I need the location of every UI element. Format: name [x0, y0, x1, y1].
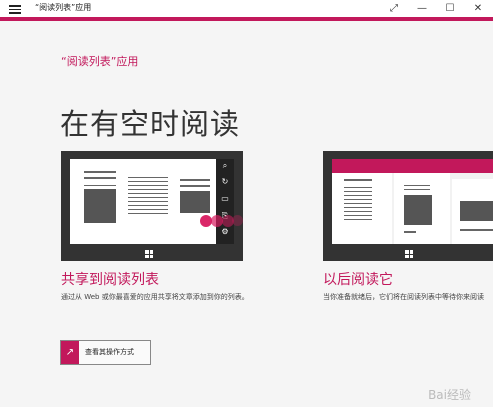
card-desc-read-later: 当你准备就绪后，它们将在阅读列表中等待你来阅读 [323, 293, 484, 301]
tablet-screen [70, 159, 216, 244]
tablet-screen [332, 159, 493, 244]
main-content: “阅读列表”应用 在有空时阅读 ⌕ ↻ ▭ ⎘ ⚙ [0, 21, 493, 407]
search-charm-icon[interactable]: ⌕ [219, 161, 231, 171]
close-button[interactable]: ✕ [464, 0, 492, 17]
card-title-share: 共享到阅读列表 [61, 272, 159, 288]
touch-dot-icon [232, 215, 243, 226]
tablet-illustration-share: ⌕ ↻ ▭ ⎘ ⚙ [61, 151, 243, 261]
share-charm-icon[interactable]: ↻ [219, 177, 231, 186]
app-heading: “阅读列表”应用 [61, 55, 139, 68]
start-charm-icon[interactable]: ▭ [219, 194, 231, 203]
charms-bar: ⌕ ↻ ▭ ⎘ ⚙ [216, 159, 234, 244]
maximize-button[interactable]: ☐ [436, 0, 464, 17]
see-how-label: 查看其操作方式 [85, 348, 134, 356]
settings-charm-icon[interactable]: ⚙ [219, 227, 231, 236]
see-how-button[interactable]: ↗ 查看其操作方式 [60, 340, 151, 365]
minimize-button[interactable]: — [408, 0, 436, 17]
watermark: Bai经验 [428, 388, 471, 402]
tablet-illustration-read-later [323, 151, 493, 261]
fullscreen-button[interactable]: ⤢ [380, 0, 408, 17]
windows-logo-icon [405, 250, 413, 258]
hamburger-menu-icon[interactable] [9, 3, 21, 14]
card-title-read-later: 以后阅读它 [323, 272, 393, 288]
card-desc-share: 通过从 Web 或你最喜爱的应用共享将文章添加到你的列表。 [61, 293, 249, 301]
arrow-up-right-icon: ↗ [61, 341, 79, 364]
title-bar: “阅读列表”应用 ⤢ — ☐ ✕ [0, 0, 493, 17]
page-title: 在有空时阅读 [60, 107, 241, 141]
windows-logo-icon [145, 250, 153, 258]
window-title: “阅读列表”应用 [35, 3, 92, 12]
